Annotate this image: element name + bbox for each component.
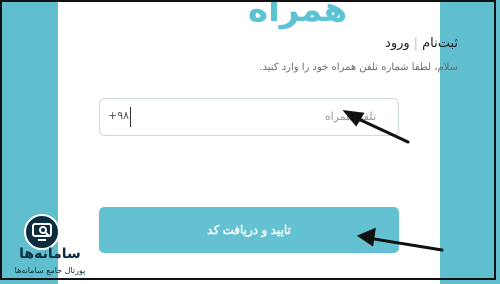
site-watermark: سامانه‌ها پورتال جامع سامانه‌ها — [8, 214, 98, 280]
watermark-title: سامانه‌ها — [19, 246, 81, 262]
watermark-subtitle: پورتال جامع سامانه‌ها — [14, 266, 86, 275]
magnifier-monitor-icon — [24, 214, 60, 250]
